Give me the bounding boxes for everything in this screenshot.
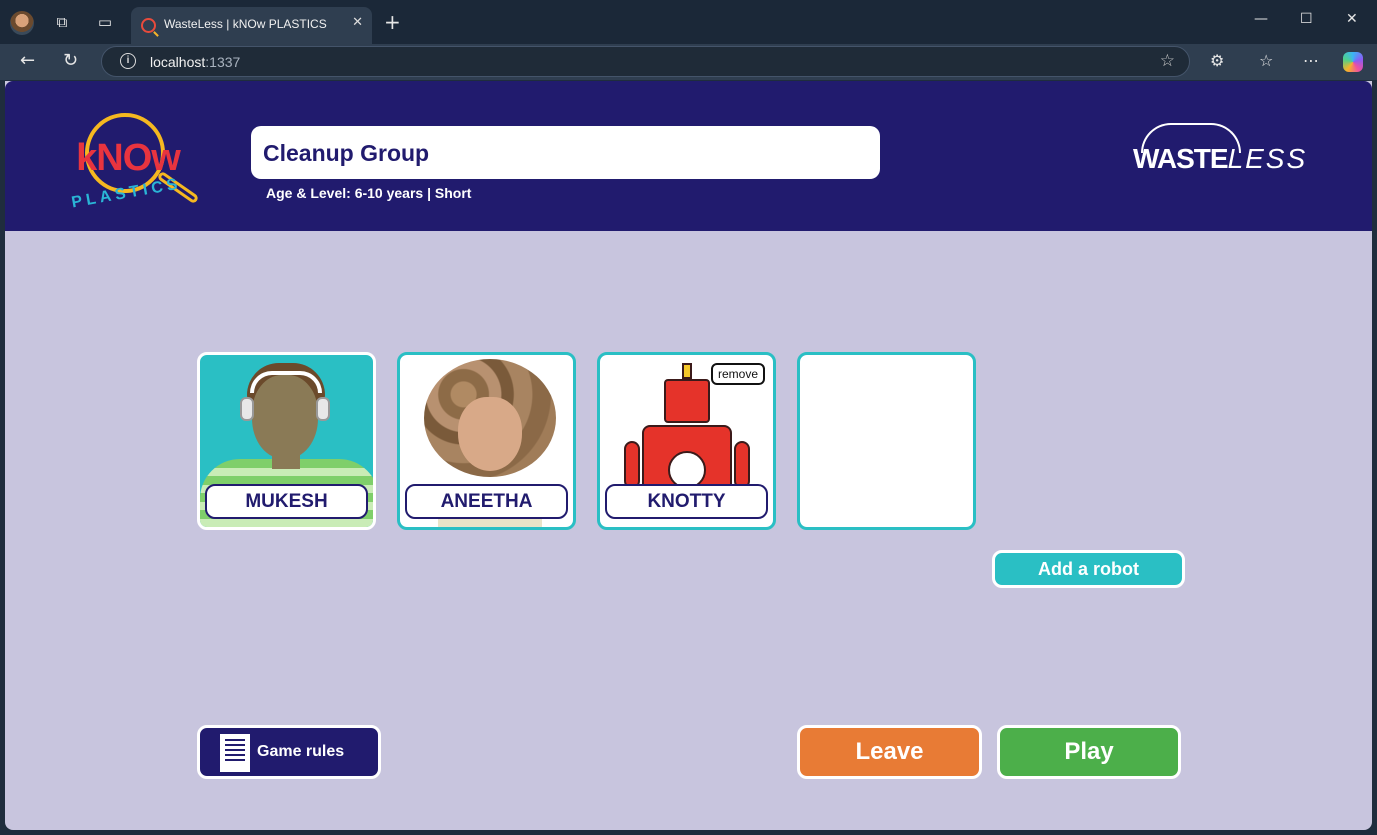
group-name-field[interactable]: Cleanup Group xyxy=(251,126,880,179)
profile-avatar[interactable] xyxy=(10,11,34,35)
play-button[interactable]: Play xyxy=(997,725,1181,779)
girl-avatar-face xyxy=(458,397,522,471)
know-logo-word: kNOw xyxy=(76,137,181,179)
headphone-left-icon xyxy=(240,397,254,421)
more-menu-icon[interactable]: ⋯ xyxy=(1303,51,1319,70)
refresh-icon[interactable]: ↻ xyxy=(63,50,78,71)
leave-button[interactable]: Leave xyxy=(797,725,982,779)
address-bar[interactable]: i localhost:1337 ☆ xyxy=(101,46,1190,77)
minimize-icon[interactable]: — xyxy=(1254,11,1268,27)
robot-left-arm xyxy=(624,441,640,489)
robot-right-arm xyxy=(734,441,750,489)
robot-head xyxy=(664,379,710,423)
game-rules-button[interactable]: Game rules xyxy=(197,725,381,779)
player-name-pill: MUKESH xyxy=(205,484,368,519)
page-header: kNOw PLASTICS Cleanup Group Age & Level:… xyxy=(5,81,1372,231)
workspaces-icon[interactable]: ⧉ xyxy=(52,12,72,32)
favorites-icon[interactable]: ☆ xyxy=(1259,51,1273,70)
close-tab-icon[interactable]: ✕ xyxy=(352,15,363,30)
site-favicon-icon xyxy=(141,18,156,33)
browser-titlebar: ⧉ ▭ WasteLess | kNOw PLASTICS ✕ + — ☐ ✕ xyxy=(0,0,1377,44)
group-name: Cleanup Group xyxy=(263,140,430,166)
copilot-icon[interactable] xyxy=(1343,52,1363,72)
close-window-icon[interactable]: ✕ xyxy=(1346,11,1358,27)
url-text: localhost:1337 xyxy=(150,54,241,70)
empty-player-slot xyxy=(797,352,976,530)
extensions-icon[interactable]: ⚙ xyxy=(1210,51,1224,70)
player-name-pill: ANEETHA xyxy=(405,484,568,519)
add-robot-button[interactable]: Add a robot xyxy=(992,550,1185,588)
new-tab-icon[interactable]: + xyxy=(384,10,401,34)
know-plastics-logo: kNOw PLASTICS xyxy=(57,111,207,221)
tab-actions-icon[interactable]: ▭ xyxy=(95,12,115,32)
favorite-star-icon[interactable]: ☆ xyxy=(1160,51,1175,71)
wasteless-logo-text: WASTELESS xyxy=(1133,143,1308,174)
game-rules-label: Game rules xyxy=(257,743,345,760)
headphone-right-icon xyxy=(316,397,330,421)
site-info-icon[interactable]: i xyxy=(120,53,136,69)
remove-robot-button[interactable]: remove xyxy=(710,363,765,385)
player-card-knotty: remove KNOTTY xyxy=(597,352,776,530)
browser-toolbar: ← ↻ i localhost:1337 ☆ ⚙ ☆ ⋯ xyxy=(0,44,1377,80)
robot-antenna xyxy=(682,363,692,379)
maximize-icon[interactable]: ☐ xyxy=(1300,11,1313,27)
player-card-aneetha: ANEETHA xyxy=(397,352,576,530)
document-icon xyxy=(220,734,250,772)
headphone-band xyxy=(250,371,322,393)
browser-tab[interactable]: WasteLess | kNOw PLASTICS ✕ xyxy=(131,7,372,44)
player-name-pill: KNOTTY xyxy=(605,484,768,519)
wasteless-logo: WASTELESS xyxy=(1133,119,1308,179)
tab-title: WasteLess | kNOw PLASTICS xyxy=(164,17,327,31)
back-icon[interactable]: ← xyxy=(20,50,35,71)
player-card-mukesh: MUKESH xyxy=(197,352,376,530)
age-level-text: Age & Level: 6-10 years | Short xyxy=(266,185,472,201)
game-lobby-page: kNOw PLASTICS Cleanup Group Age & Level:… xyxy=(5,81,1372,830)
